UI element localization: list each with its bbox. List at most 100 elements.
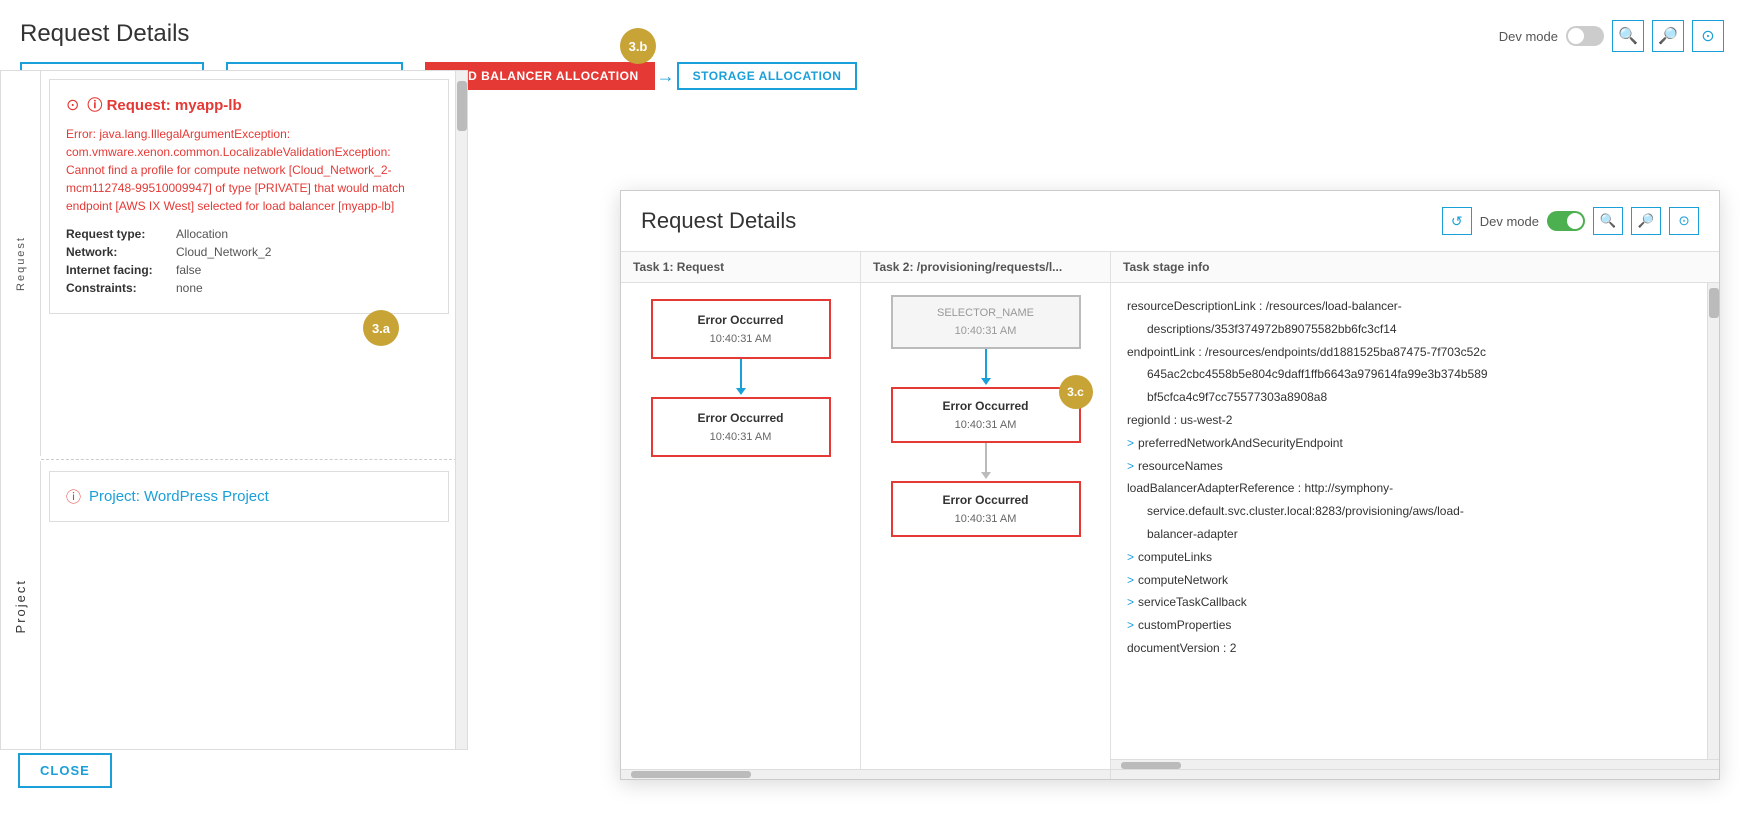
modal-zoom-fit-button[interactable]: 🔎 [1631,207,1661,235]
badge-3a: 3.a [363,310,399,346]
modal-zoom-fit-icon: 🔎 [1638,213,1655,228]
section-request-label: Request [1,71,41,456]
expand-icon-3: > [1127,546,1134,569]
request-card-inner: ⊙ ⓘ Request: myapp-lb Error: java.lang.I… [49,79,449,314]
meta-label-type: Request type: [66,227,176,241]
zoom-fit-button[interactable]: 🔎 [1652,20,1684,52]
task2-node-gray: SELECTOR_NAME 10:40:31 AM [891,295,1081,349]
modal-toggle-knob [1567,213,1583,229]
expand-icon-5: > [1127,591,1134,614]
stage-expandable-5[interactable]: > serviceTaskCallback [1127,591,1703,614]
error-text: Error: java.lang.IllegalArgumentExceptio… [66,125,432,215]
toggle-knob [1568,28,1584,44]
request-card-title-row: ⊙ ⓘ Request: myapp-lb [66,94,432,115]
modal-dev-mode-toggle[interactable] [1547,211,1585,231]
page-title: Request Details [20,20,1724,48]
task1-node1-title: Error Occurred [665,313,817,327]
zoom-fit-icon: 🔎 [1658,26,1678,46]
zoom-out-button[interactable]: ⊙ [1692,20,1724,52]
modal-zoom-in-button[interactable]: 🔍 [1593,207,1623,235]
task2-body: SELECTOR_NAME 10:40:31 AM Error Occurred… [861,283,1110,769]
pipeline-step-3[interactable]: STORAGE ALLOCATION [677,62,858,90]
zoom-in-button[interactable]: 🔍 [1612,20,1644,52]
task-hscroll-thumb [631,771,751,778]
left-panel: Request ⊙ ⓘ Request: myapp-lb Error: jav… [0,70,468,750]
step-storage-allocation[interactable]: STORAGE ALLOCATION [677,62,858,90]
project-title: Project: WordPress Project [89,488,269,505]
modal-request-details: Request Details ↺ Dev mode 🔍 🔎 ⊙ [620,190,1720,780]
project-link[interactable]: ⓘ Project: WordPress Project [66,486,432,507]
close-button[interactable]: CLOSE [18,753,112,788]
badge-3b: 3.b [620,28,656,64]
project-card: ⓘ Project: WordPress Project [49,471,449,522]
badge-3c: 3.c [1059,375,1093,409]
stage-expandable-4[interactable]: > computeNetwork [1127,569,1703,592]
stage-line-8: service.default.svc.cluster.local:8283/p… [1127,500,1703,523]
stage-line-5: bf5cfca4c9f7cc75577303a8908a8 [1127,386,1703,409]
stage-expandable-6[interactable]: > customProperties [1127,614,1703,637]
meta-value-internet: false [176,263,201,277]
meta-label-network: Network: [66,245,176,259]
request-card-title: ⓘ Request: myapp-lb [87,94,241,115]
stage-expandable-1[interactable]: > preferredNetworkAndSecurityEndpoint [1127,432,1703,455]
meta-value-network: Cloud_Network_2 [176,245,271,259]
modal-zoom-out-button[interactable]: ⊙ [1669,207,1699,235]
task-hscroll[interactable] [621,770,1111,779]
arrow-icon-2: → [657,67,675,85]
expand-label-1: preferredNetworkAndSecurityEndpoint [1138,432,1343,455]
project-card-inner: ⓘ Project: WordPress Project [49,471,449,522]
meta-constraints: Constraints: none [66,281,432,295]
modal-bottom-scroll[interactable] [621,769,1719,779]
stage-line-10: documentVersion : 2 [1127,637,1703,660]
dev-mode-toggle[interactable] [1566,26,1604,46]
task1-node-1[interactable]: Error Occurred 10:40:31 AM [651,299,831,359]
stage-expandable-3[interactable]: > computeLinks [1127,546,1703,569]
task1-node2-time: 10:40:31 AM [665,431,817,443]
stage-line-4: 645ac2cbc4558b5e804c9daff1ffb6643a979614… [1127,363,1703,386]
modal-header: Request Details ↺ Dev mode 🔍 🔎 ⊙ [621,191,1719,252]
stage-line-7: loadBalancerAdapterReference : http://sy… [1127,477,1703,500]
modal-dev-mode-label: Dev mode [1480,214,1539,229]
task1-body: Error Occurred 10:40:31 AM Error Occurre… [621,283,860,769]
stage-hscroll[interactable] [1111,759,1719,769]
task1-node-2[interactable]: Error Occurred 10:40:31 AM [651,397,831,457]
stage-info-header: Task stage info [1111,252,1719,283]
meta-network: Network: Cloud_Network_2 [66,245,432,259]
task2-error-time: 10:40:31 AM [903,419,1069,431]
task1-column: Task 1: Request Error Occurred 10:40:31 … [621,252,861,769]
stage-line-2: descriptions/353f374972b89075582bb6fc3cf… [1127,318,1703,341]
modal-title: Request Details [641,208,796,234]
expand-icon-2: > [1127,455,1134,478]
expand-label-6: customProperties [1138,614,1231,637]
project-error-icon: ⓘ [66,486,81,507]
meta-value-constraints: none [176,281,203,295]
left-scrollbar[interactable] [455,71,467,749]
task1-arrow-1 [740,359,742,389]
modal-toolbar: ↺ Dev mode 🔍 🔎 ⊙ [1442,207,1699,235]
task2-node-error[interactable]: Error Occurred 10:40:31 AM 3.c [891,387,1081,443]
stage-expandable-2[interactable]: > resourceNames [1127,455,1703,478]
task2-error-title: Error Occurred [903,399,1069,413]
expand-label-2: resourceNames [1138,455,1223,478]
left-scrollbar-thumb [457,81,467,131]
zoom-in-icon: 🔍 [1618,26,1638,46]
task2-gray-placeholder: SELECTOR_NAME [903,307,1069,319]
task2-column: Task 2: /provisioning/requests/l... SELE… [861,252,1111,769]
meta-internet-facing: Internet facing: false [66,263,432,277]
meta-request-type: Request type: Allocation [66,227,432,241]
request-card: ⊙ ⓘ Request: myapp-lb Error: java.lang.I… [49,79,449,314]
expand-label-5: serviceTaskCallback [1138,591,1247,614]
stage-bottom-space [1111,770,1719,779]
task2-error2-time: 10:40:31 AM [903,513,1069,525]
stage-info-column: Task stage info resourceDescriptionLink … [1111,252,1719,769]
meta-label-internet: Internet facing: [66,263,176,277]
modal-refresh-button[interactable]: ↺ [1442,207,1472,235]
stage-scrollbar[interactable] [1707,283,1719,759]
refresh-icon: ↺ [1451,213,1463,229]
section-divider [41,459,467,460]
expand-icon-1: > [1127,432,1134,455]
task2-node-error2[interactable]: Error Occurred 10:40:31 AM [891,481,1081,537]
zoom-out-icon: ⊙ [1701,26,1714,46]
task1-node2-title: Error Occurred [665,411,817,425]
request-label-text: Request [15,236,27,291]
